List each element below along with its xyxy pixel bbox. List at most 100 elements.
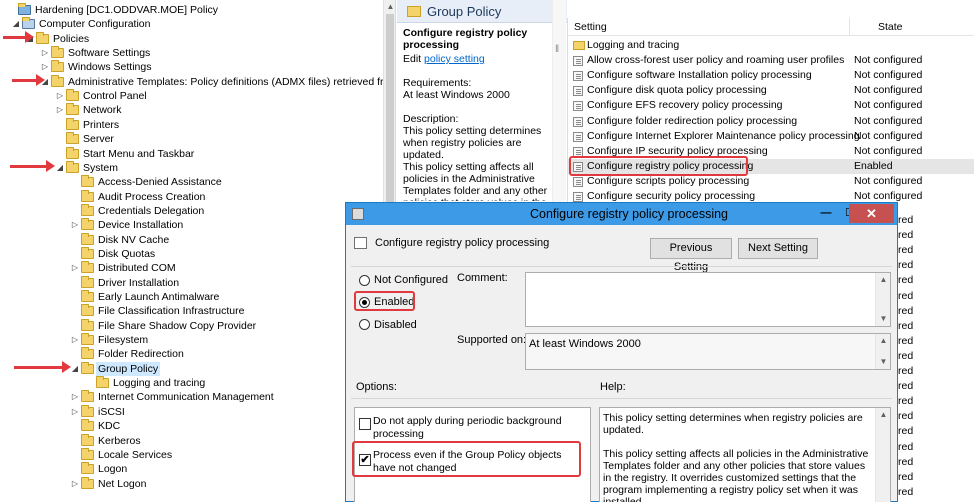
supported-label: Supported on: — [457, 334, 527, 346]
expand-icon[interactable]: ▷ — [71, 390, 79, 404]
setting-row[interactable]: Configure EFS recovery policy processing… — [568, 98, 974, 113]
setting-state-clipped: red — [898, 440, 914, 453]
column-setting[interactable]: Setting — [574, 21, 607, 33]
policy-setting-icon — [573, 192, 583, 202]
setting-state: Not configured — [854, 54, 923, 67]
folder-icon — [81, 433, 94, 446]
scroll-up-icon[interactable]: ▲ — [876, 273, 891, 287]
setting-row[interactable]: Allow cross-forest user policy and roami… — [568, 53, 974, 68]
scroll-down-icon[interactable]: ▼ — [876, 312, 891, 326]
scroll-up-icon[interactable]: ▲ — [876, 408, 891, 422]
tree-node-label: Group Policy — [96, 361, 161, 376]
setting-name: Allow cross-forest user policy and roami… — [587, 54, 845, 67]
expand-icon[interactable]: ▷ — [56, 103, 64, 117]
column-state[interactable]: State — [878, 21, 903, 33]
scroll-up-icon[interactable]: ▲ — [384, 0, 395, 13]
collapse-icon[interactable]: ◢ — [71, 362, 79, 376]
setting-state: Not configured — [854, 84, 923, 97]
help-panel: This policy setting determines when regi… — [599, 407, 891, 502]
radio-disabled[interactable] — [359, 319, 370, 330]
setting-row[interactable]: Configure scripts policy processing Not c… — [568, 174, 974, 189]
folder-icon — [81, 318, 94, 331]
tree-node-label: Distributed COM — [98, 262, 176, 275]
setting-row[interactable]: Configure disk quota policy processing No… — [568, 83, 974, 98]
setting-state-clipped: red — [898, 425, 914, 438]
folder-icon — [81, 189, 94, 202]
requirements-label: Requirements: — [403, 77, 472, 89]
radio-disabled-label[interactable]: Disabled — [374, 319, 417, 331]
tree-node-label: Credentials Delegation — [98, 204, 205, 217]
tree-node-label: Device Installation — [98, 219, 184, 232]
expand-icon[interactable]: ▷ — [56, 89, 64, 103]
expand-icon[interactable]: ▷ — [41, 46, 49, 60]
scroll-up-icon[interactable]: ▲ — [876, 334, 891, 348]
annotation-arrow — [14, 361, 71, 373]
description-text-1: This policy setting determines when regi… — [403, 125, 542, 161]
folder-icon — [81, 404, 94, 417]
expand-icon[interactable]: ▷ — [71, 477, 79, 491]
opt-background-checkbox[interactable] — [359, 418, 371, 430]
setting-row[interactable]: Logging and tracing — [568, 38, 974, 53]
setting-state: Not configured — [854, 114, 923, 127]
collapse-icon[interactable]: ◢ — [56, 161, 64, 175]
list-header: Setting State — [568, 18, 974, 36]
expand-icon[interactable]: ▷ — [71, 333, 79, 347]
supported-scrollbar[interactable]: ▲ ▼ — [875, 334, 890, 369]
folder-icon — [66, 89, 79, 102]
dialog-titlebar[interactable]: Configure registry policy processing — ☐… — [346, 203, 897, 225]
radio-not-configured[interactable] — [359, 275, 370, 286]
minimize-button[interactable]: — — [815, 205, 837, 221]
setting-state-clipped: red — [898, 259, 914, 272]
expand-icon[interactable]: ▷ — [71, 218, 79, 232]
setting-state-clipped: red — [898, 349, 914, 362]
setting-row[interactable]: Configure folder redirection policy proc… — [568, 114, 974, 129]
close-button[interactable]: ✕ — [849, 204, 894, 223]
folder-icon — [573, 41, 585, 50]
tree-node-label: Control Panel — [83, 90, 147, 103]
splitter-grip-icon[interactable]: ‖ — [555, 44, 561, 55]
dialog-subtitle: Configure registry policy processing — [375, 237, 550, 249]
tree-node-label: KDC — [98, 420, 121, 433]
help-scrollbar[interactable]: ▲ — [875, 408, 890, 502]
policy-dialog: Configure registry policy processing — ☐… — [345, 202, 898, 502]
setting-state: Not configured — [854, 174, 923, 187]
supported-value: At least Windows 2000 — [529, 338, 641, 350]
opt-background-label[interactable]: Do not apply during periodic background … — [373, 415, 581, 441]
tree-node-label: Internet Communication Management — [98, 391, 274, 404]
tree-node-label: Policies — [53, 32, 90, 45]
setting-name: Configure EFS recovery policy processing — [587, 99, 783, 112]
edit-prefix: Edit — [403, 53, 425, 65]
folder-icon — [66, 117, 79, 130]
comment-textarea[interactable]: ▲ ▼ — [525, 272, 891, 327]
annotation-arrow — [12, 74, 45, 86]
expand-icon[interactable]: ▷ — [71, 261, 79, 275]
policy-icon — [354, 237, 367, 249]
setting-state: Not configured — [854, 99, 923, 112]
options-label: Options: — [356, 381, 397, 393]
comment-scrollbar[interactable]: ▲ ▼ — [875, 273, 890, 326]
collapse-icon[interactable]: ◢ — [12, 17, 20, 31]
setting-row[interactable]: Configure software Installation policy p… — [568, 68, 974, 83]
gpo-icon — [18, 3, 31, 15]
tree-node-label: Disk NV Cache — [98, 233, 170, 246]
previous-setting-button[interactable]: Previous Setting — [650, 238, 732, 273]
next-setting-button[interactable]: Next Setting — [738, 238, 818, 259]
folder-icon — [81, 218, 94, 231]
policy-setting-icon — [573, 116, 583, 127]
expand-icon[interactable]: ▷ — [41, 60, 49, 74]
tree-node-label: Kerberos — [98, 434, 141, 447]
edit-policy-link[interactable]: policy setting — [424, 53, 485, 65]
folder-icon — [81, 476, 94, 489]
tree-node-label: Windows Settings — [68, 61, 152, 74]
radio-not-configured-label[interactable]: Not Configured — [374, 274, 448, 286]
expand-icon[interactable]: ▷ — [71, 405, 79, 419]
highlight-box — [569, 156, 748, 176]
scroll-down-icon[interactable]: ▼ — [876, 355, 891, 369]
setting-row[interactable]: Configure Internet Explorer Maintenance … — [568, 129, 974, 144]
